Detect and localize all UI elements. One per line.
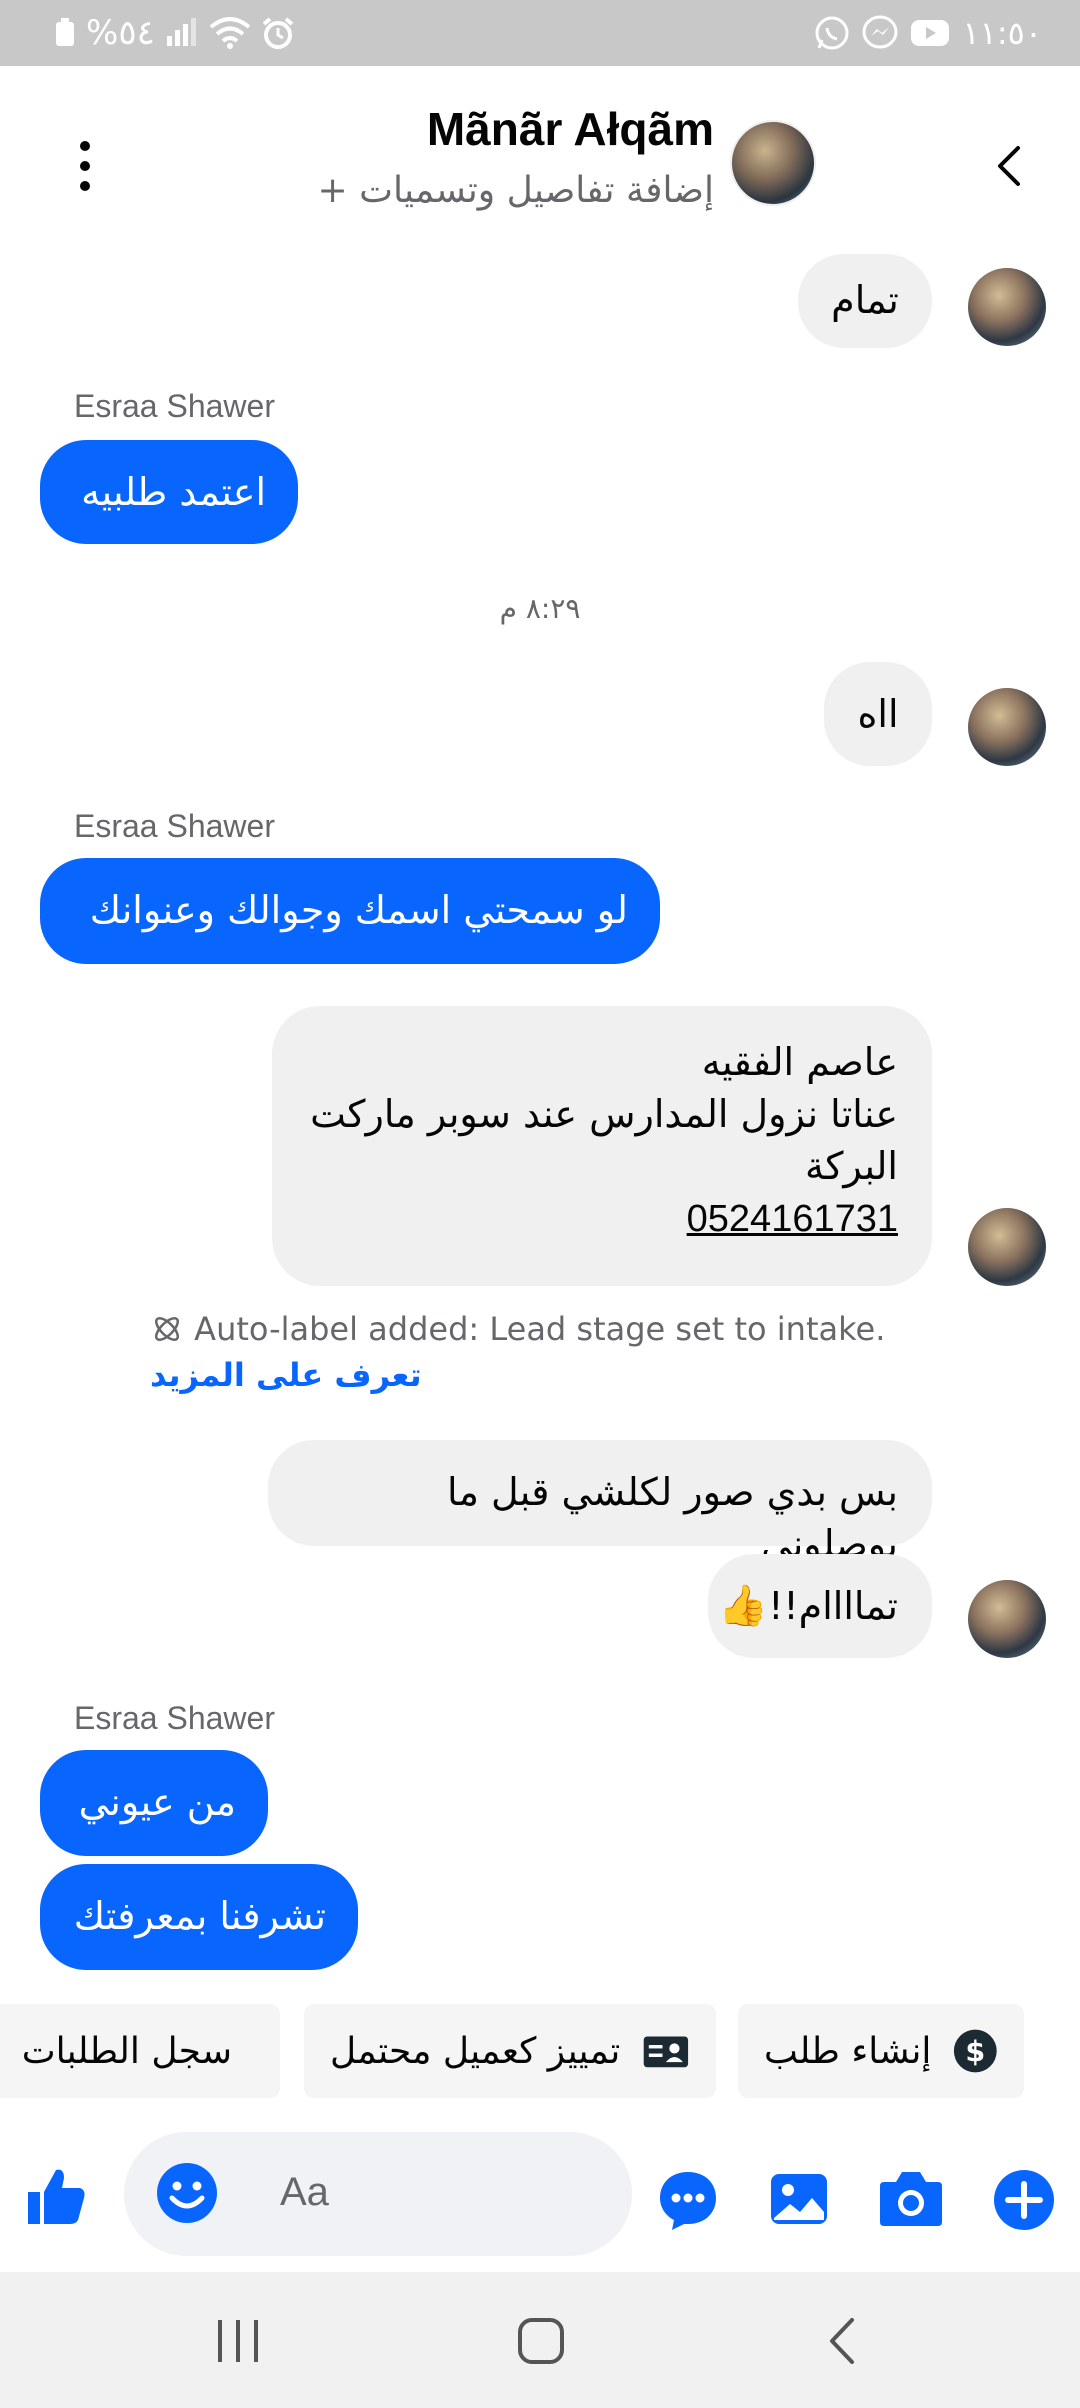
- nav-back-icon[interactable]: [820, 2316, 866, 2366]
- status-left: %٥٤: [54, 10, 295, 56]
- contact-avatar[interactable]: [730, 120, 816, 206]
- order-history-chip[interactable]: سجل الطلبات: [0, 2004, 280, 2098]
- outgoing-message[interactable]: تشرفنا بمعرفتك: [40, 1864, 358, 1970]
- avatar: [968, 688, 1046, 766]
- message-text: تماااام!!: [768, 1584, 898, 1628]
- wifi-icon: [209, 17, 251, 49]
- incoming-message-address[interactable]: عاصم الفقيه عناتا نزول المدارس عند سوبر …: [272, 1006, 932, 1286]
- outgoing-message[interactable]: لو سمحتي اسمك وجوالك وعنوانك: [40, 858, 660, 964]
- incoming-message[interactable]: تمام: [798, 254, 932, 348]
- phone-number-link[interactable]: 0524161731: [687, 1193, 898, 1245]
- create-order-chip[interactable]: $ إنشاء طلب: [738, 2004, 1024, 2098]
- status-time: ١١:٥٠: [962, 14, 1042, 52]
- system-nav-bar: [0, 2272, 1080, 2408]
- avatar: [968, 1580, 1046, 1658]
- sender-name: Esraa Shawer: [74, 1700, 275, 1736]
- thumbs-up-emoji: 👍: [718, 1583, 769, 1629]
- timestamp: ٨:٢٩ م: [499, 592, 581, 625]
- dollar-icon: $: [954, 2029, 998, 2073]
- address-line-name: عاصم الفقيه: [701, 1040, 898, 1084]
- address-line-street: عناتا نزول المدارس عند سوبر ماركت: [310, 1092, 898, 1136]
- plus-icon[interactable]: [992, 2168, 1056, 2232]
- add-details-link[interactable]: + إضافة تفاصيل وتسميات: [318, 170, 715, 211]
- contact-card-icon: [643, 2036, 689, 2068]
- svg-text:$: $: [966, 2035, 986, 2068]
- avatar: [968, 268, 1046, 346]
- sender-name: Esraa Shawer: [74, 388, 275, 424]
- signal-icon: [166, 18, 196, 46]
- mark-lead-chip[interactable]: تمييز كعميل محتمل: [304, 2004, 716, 2098]
- learn-more-link[interactable]: تعرف على المزيد: [150, 1356, 422, 1394]
- whatsapp-icon: [815, 16, 849, 50]
- more-vert-icon[interactable]: [68, 136, 102, 196]
- back-icon[interactable]: [984, 138, 1040, 194]
- battery-icon: [56, 18, 74, 46]
- sender-name: Esraa Shawer: [74, 808, 275, 844]
- create-order-label: إنشاء طلب: [764, 2030, 932, 2072]
- recents-icon[interactable]: [214, 2318, 264, 2364]
- auto-label-notice: Auto-label added: Lead stage set to inta…: [150, 1306, 930, 1398]
- emoji-icon[interactable]: [154, 2160, 220, 2226]
- status-bar: %٥٤ ١١:٥٠: [0, 0, 1080, 66]
- home-icon[interactable]: [516, 2316, 566, 2366]
- gallery-icon[interactable]: [768, 2168, 830, 2230]
- incoming-message[interactable]: تماااام!!👍: [708, 1554, 932, 1658]
- messenger-icon: [862, 15, 898, 49]
- auto-label-text: Auto-label added: Lead stage set to inta…: [194, 1310, 886, 1348]
- chat-icon[interactable]: [656, 2168, 720, 2232]
- conversation-header: Mãnãr Ałqãm + إضافة تفاصيل وتسميات: [0, 66, 1080, 256]
- outgoing-message[interactable]: اعتمد طلبيه: [40, 440, 298, 544]
- incoming-message[interactable]: ااه: [824, 662, 932, 766]
- order-history-label: سجل الطلبات: [21, 2030, 232, 2072]
- incoming-message[interactable]: بس بدي صور لكلشي قبل ما يوصلوني: [268, 1440, 932, 1566]
- address-line-landmark: البركة: [804, 1144, 898, 1188]
- mark-lead-label: تمييز كعميل محتمل: [330, 2030, 621, 2072]
- like-icon[interactable]: [24, 2164, 88, 2228]
- battery-level: %٥٤: [86, 13, 155, 53]
- outgoing-message[interactable]: من عيوني: [40, 1750, 268, 1856]
- camera-icon[interactable]: [878, 2168, 944, 2228]
- ai-label-icon: [154, 1316, 180, 1342]
- contact-name[interactable]: Mãnãr Ałqãm: [427, 102, 714, 156]
- alarm-icon: [262, 17, 294, 49]
- avatar: [968, 1208, 1046, 1286]
- status-right: ١١:٥٠: [814, 10, 1042, 56]
- message-input-placeholder: Aa: [280, 2170, 329, 2214]
- youtube-icon: [911, 20, 950, 46]
